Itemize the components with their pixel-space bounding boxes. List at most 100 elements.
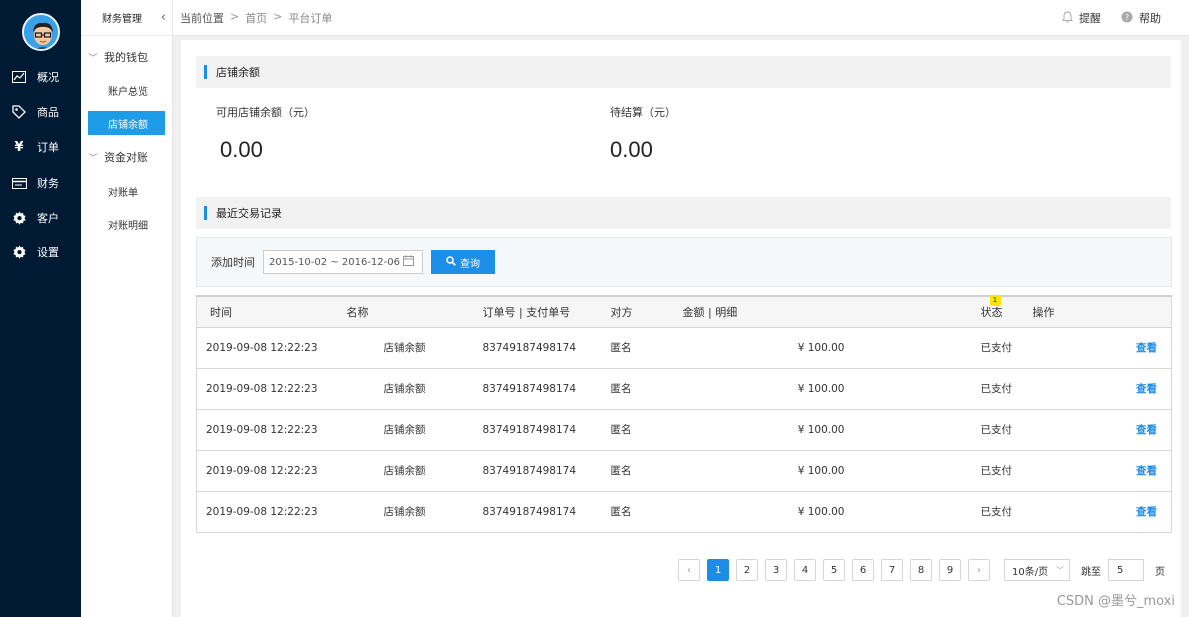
page-button-6[interactable]: 6	[852, 559, 874, 581]
cell-amount: ¥ 100.00	[682, 327, 873, 369]
section-header-records: 最近交易记录	[196, 197, 1171, 229]
column-header-amount: 金额 | 明细	[682, 295, 873, 328]
section-title: 店铺余额	[216, 66, 260, 79]
subnav-item-label: 店铺余额	[108, 119, 148, 131]
subnav-item-statement-detail[interactable]: 对账明细	[88, 212, 165, 236]
breadcrumb-prefix: 当前位置	[180, 11, 224, 25]
table-row: 2019-09-08 12:22:23 店铺余额 83749187498174 …	[196, 409, 1172, 451]
prev-page-button[interactable]: ‹	[678, 559, 700, 581]
filter-bar: 添加时间 2015-10-02 ~ 2016-12-06 查询	[196, 237, 1172, 287]
filter-label: 添加时间	[211, 256, 255, 269]
cell-status: 已支付	[872, 450, 1033, 492]
view-link[interactable]: 查看	[1136, 465, 1157, 477]
help-icon: ?	[1121, 11, 1133, 26]
help-button[interactable]: ? 帮助	[1121, 10, 1161, 26]
column-header-time: 时间	[196, 295, 347, 328]
view-link[interactable]: 查看	[1136, 383, 1157, 395]
subnav-group-label: 我的钱包	[104, 51, 148, 64]
top-bar: 当前位置 > 首页 > 平台订单 提醒 ? 帮助	[173, 0, 1189, 36]
sub-navigation: 财务管理 ‹ ﹀ 我的钱包 账户总览 店铺余额 ﹀ 资金对账 对账单 对账明细	[81, 0, 173, 617]
chart-icon	[11, 71, 27, 83]
view-link[interactable]: 查看	[1136, 424, 1157, 436]
sidebar-item-label: 客户	[37, 212, 59, 225]
breadcrumb-separator: >	[273, 9, 283, 23]
cell-status: 已支付	[872, 368, 1033, 410]
cell-party: 匿名	[592, 368, 683, 410]
cell-party: 匿名	[592, 409, 683, 451]
cell-order: 83749187498174	[462, 368, 593, 410]
cell-name: 店铺余额	[346, 409, 463, 451]
cell-time: 2019-09-08 12:22:23	[196, 368, 347, 410]
subnav-header: 财务管理 ‹	[81, 0, 172, 36]
subnav-item-account-overview[interactable]: 账户总览	[88, 78, 165, 102]
cell-name: 店铺余额	[346, 368, 463, 410]
help-label: 帮助	[1139, 12, 1161, 25]
cell-status: 已支付	[872, 491, 1033, 533]
remind-button[interactable]: 提醒	[1062, 10, 1101, 26]
page-button-3[interactable]: 3	[765, 559, 787, 581]
top-actions: 提醒 ? 帮助	[1062, 0, 1161, 36]
next-page-button[interactable]: ›	[968, 559, 990, 581]
cell-amount: ¥ 100.00	[682, 409, 873, 451]
subnav-item-label: 账户总览	[108, 86, 148, 98]
page-button-8[interactable]: 8	[910, 559, 932, 581]
chevron-down-icon: ﹀	[88, 153, 98, 164]
available-balance-value: 0.00	[220, 137, 263, 162]
cell-party: 匿名	[592, 327, 683, 369]
sidebar-item-finance[interactable]: 财务	[0, 168, 81, 198]
column-header-name: 名称	[346, 295, 463, 328]
table-row: 2019-09-08 12:22:23 店铺余额 83749187498174 …	[196, 368, 1172, 410]
breadcrumb-home[interactable]: 首页	[245, 10, 267, 26]
column-header-order: 订单号 | 支付单号	[462, 295, 593, 328]
gear-icon	[11, 210, 27, 226]
cell-party: 匿名	[592, 450, 683, 492]
page-button-7[interactable]: 7	[881, 559, 903, 581]
subnav-item-store-balance[interactable]: 店铺余额	[88, 111, 165, 135]
cell-name: 店铺余额	[346, 450, 463, 492]
cell-name: 店铺余额	[346, 491, 463, 533]
sidebar-item-settings[interactable]: 设置	[0, 237, 81, 267]
cell-order: 83749187498174	[462, 450, 593, 492]
table-row: 2019-09-08 12:22:23 店铺余额 83749187498174 …	[196, 450, 1172, 492]
column-header-status[interactable]: 状态 1	[872, 294, 1033, 328]
cell-order: 83749187498174	[462, 327, 593, 369]
section-accent-bar	[204, 206, 207, 220]
svg-text:?: ?	[1125, 13, 1129, 22]
subnav-group-reconcile[interactable]: ﹀ 资金对账	[81, 145, 173, 169]
status-count-badge: 1	[989, 294, 1001, 306]
column-header-party: 对方	[592, 295, 683, 328]
cell-time: 2019-09-08 12:22:23	[196, 450, 347, 492]
date-range-picker[interactable]: 2015-10-02 ~ 2016-12-06	[263, 250, 423, 274]
pending-settlement-label: 待结算（元）	[610, 106, 676, 119]
view-link[interactable]: 查看	[1136, 506, 1157, 518]
page-button-5[interactable]: 5	[823, 559, 845, 581]
breadcrumb-separator: >	[230, 9, 240, 23]
breadcrumb: 当前位置 > 首页 > 平台订单	[180, 10, 332, 26]
page-button-1[interactable]: 1	[707, 559, 729, 581]
cell-amount: ¥ 100.00	[682, 491, 873, 533]
page-button-2[interactable]: 2	[736, 559, 758, 581]
subnav-item-statement[interactable]: 对账单	[88, 179, 165, 203]
sidebar-item-overview[interactable]: 概况	[0, 62, 81, 92]
page-button-9[interactable]: 9	[939, 559, 961, 581]
sidebar-item-customers[interactable]: 客户	[0, 203, 81, 233]
query-button[interactable]: 查询	[431, 250, 495, 274]
sidebar-item-label: 概况	[37, 71, 59, 84]
sidebar-item-orders[interactable]: ¥ 订单	[0, 132, 81, 162]
jump-label: 跳至	[1081, 566, 1101, 578]
subnav-title: 财务管理	[102, 14, 142, 25]
view-link[interactable]: 查看	[1136, 342, 1157, 354]
page-button-4[interactable]: 4	[794, 559, 816, 581]
sidebar-item-goods[interactable]: 商品	[0, 97, 81, 127]
jump-page-input[interactable]: 5	[1108, 559, 1144, 581]
pagination: ‹ 1 2 3 4 5 6 7 8 9 › 10条/页 ﹀ 跳至 5 页	[678, 559, 1165, 581]
cell-name: 店铺余额	[346, 327, 463, 369]
section-header-balance: 店铺余额	[196, 56, 1171, 88]
page-size-select[interactable]: 10条/页 ﹀	[1004, 559, 1070, 581]
avatar[interactable]	[22, 13, 60, 51]
main-sidebar: 概况 商品 ¥ 订单 财务 客户 设置	[0, 0, 81, 617]
collapse-chevron-icon[interactable]: ‹	[161, 10, 166, 25]
search-icon	[446, 255, 456, 269]
subnav-group-wallet[interactable]: ﹀ 我的钱包	[81, 45, 173, 69]
cell-status: 已支付	[872, 409, 1033, 451]
